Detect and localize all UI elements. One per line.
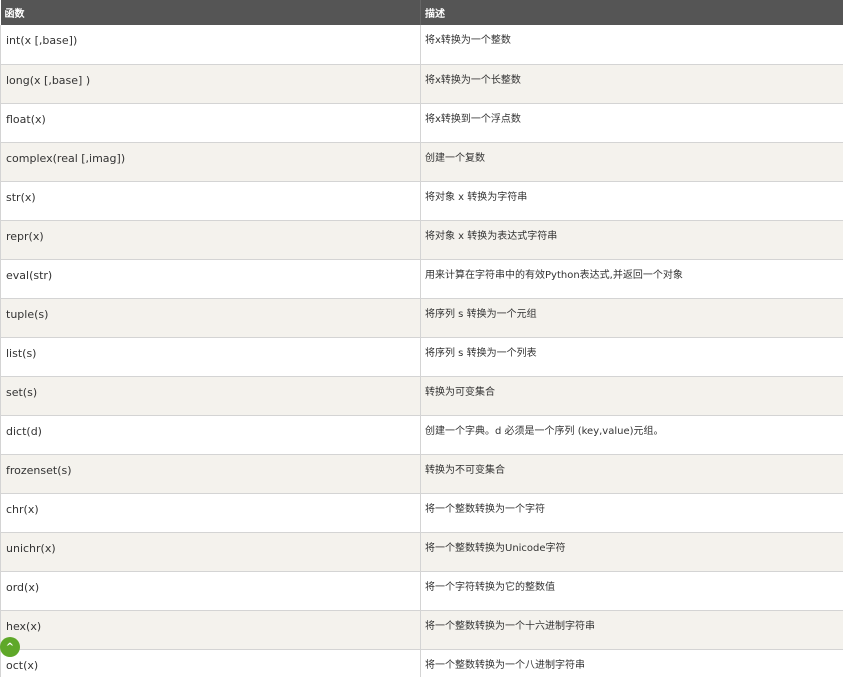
function-description: 将x转换为一个整数 <box>425 35 511 47</box>
function-cell: list(s) <box>0 337 421 377</box>
function-description: 将x转换为一个长整数 <box>425 74 521 86</box>
description-cell: 将一个整数转换为一个八进制字符串 <box>420 649 843 677</box>
function-description: 创建一个字典。d 必须是一个序列 (key,value)元组。 <box>425 425 664 437</box>
function-cell: eval(str) <box>0 259 421 299</box>
function-name: float(x) <box>6 112 46 126</box>
function-description: 将对象 x 转换为表达式字符串 <box>425 230 558 242</box>
function-cell: chr(x) <box>0 493 421 533</box>
description-cell: 将一个整数转换为一个十六进制字符串 <box>420 610 843 650</box>
function-cell: str(x) <box>0 181 421 221</box>
table-row: set(s) 转换为可变集合 <box>0 376 843 416</box>
function-cell: tuple(s) <box>0 298 421 338</box>
function-name: int(x [,base]) <box>6 34 78 48</box>
description-cell: 转换为可变集合 <box>420 376 843 416</box>
description-cell: 创建一个字典。d 必须是一个序列 (key,value)元组。 <box>420 415 843 455</box>
table-row: int(x [,base]) 将x转换为一个整数 <box>0 25 843 65</box>
function-description: 转换为可变集合 <box>425 386 495 398</box>
description-cell: 将序列 s 转换为一个列表 <box>420 337 843 377</box>
function-description: 将一个整数转换为一个八进制字符串 <box>425 659 585 671</box>
function-description: 创建一个复数 <box>425 152 485 164</box>
function-description: 将一个字符转换为它的整数值 <box>425 581 555 593</box>
table-row: tuple(s) 将序列 s 转换为一个元组 <box>0 298 843 338</box>
function-name: oct(x) <box>6 658 39 672</box>
function-cell: hex(x) <box>0 610 421 650</box>
function-name: tuple(s) <box>6 307 49 321</box>
description-cell: 将一个整数转换为一个字符 <box>420 493 843 533</box>
table-row: chr(x) 将一个整数转换为一个字符 <box>0 493 843 533</box>
table-row: list(s) 将序列 s 转换为一个列表 <box>0 337 843 377</box>
function-description: 将序列 s 转换为一个元组 <box>425 308 537 320</box>
function-name: ord(x) <box>6 580 40 594</box>
header-description: 描述 <box>420 0 843 25</box>
table-row: complex(real [,imag]) 创建一个复数 <box>0 142 843 182</box>
table-row: hex(x) 将一个整数转换为一个十六进制字符串 <box>0 610 843 650</box>
description-cell: 将x转换为一个整数 <box>420 25 843 65</box>
table-row: unichr(x) 将一个整数转换为Unicode字符 <box>0 532 843 572</box>
table-row: oct(x) 将一个整数转换为一个八进制字符串 <box>0 649 843 677</box>
function-cell: frozenset(s) <box>0 454 421 494</box>
function-name: chr(x) <box>6 502 39 516</box>
conversion-functions-table: 函数 描述 int(x [,base]) 将x转换为一个整数 long(x [,ba… <box>0 0 843 677</box>
header-function: 函数 <box>0 0 421 25</box>
function-name: repr(x) <box>6 229 44 243</box>
table-row: dict(d) 创建一个字典。d 必须是一个序列 (key,value)元组。 <box>0 415 843 455</box>
function-cell: set(s) <box>0 376 421 416</box>
function-name: long(x [,base] ) <box>6 73 91 87</box>
table-header-row: 函数 描述 <box>0 0 843 25</box>
function-description: 将x转换到一个浮点数 <box>425 113 521 125</box>
function-cell: repr(x) <box>0 220 421 260</box>
description-cell: 创建一个复数 <box>420 142 843 182</box>
function-name: eval(str) <box>6 268 53 282</box>
description-cell: 用来计算在字符串中的有效Python表达式,并返回一个对象 <box>420 259 843 299</box>
description-cell: 将一个整数转换为Unicode字符 <box>420 532 843 572</box>
function-cell: long(x [,base] ) <box>0 64 421 104</box>
description-cell: 将一个字符转换为它的整数值 <box>420 571 843 611</box>
function-description: 将一个整数转换为一个字符 <box>425 503 545 515</box>
description-cell: 将x转换为一个长整数 <box>420 64 843 104</box>
function-description: 转换为不可变集合 <box>425 464 505 476</box>
function-name: frozenset(s) <box>6 463 72 477</box>
function-description: 用来计算在字符串中的有效Python表达式,并返回一个对象 <box>425 269 683 281</box>
function-name: str(x) <box>6 190 36 204</box>
description-cell: 转换为不可变集合 <box>420 454 843 494</box>
table-row: float(x) 将x转换到一个浮点数 <box>0 103 843 143</box>
description-cell: 将对象 x 转换为表达式字符串 <box>420 220 843 260</box>
description-cell: 将序列 s 转换为一个元组 <box>420 298 843 338</box>
function-name: dict(d) <box>6 424 42 438</box>
function-description: 将一个整数转换为Unicode字符 <box>425 542 566 554</box>
function-description: 将序列 s 转换为一个列表 <box>425 347 537 359</box>
description-cell: 将对象 x 转换为字符串 <box>420 181 843 221</box>
function-cell: dict(d) <box>0 415 421 455</box>
table-row: long(x [,base] ) 将x转换为一个长整数 <box>0 64 843 104</box>
chevron-up-icon: ^ <box>5 642 15 653</box>
table-row: str(x) 将对象 x 转换为字符串 <box>0 181 843 221</box>
function-cell: float(x) <box>0 103 421 143</box>
function-description: 将对象 x 转换为字符串 <box>425 191 528 203</box>
function-name: hex(x) <box>6 619 42 633</box>
function-name: complex(real [,imag]) <box>6 151 126 165</box>
function-cell: ord(x) <box>0 571 421 611</box>
function-description: 将一个整数转换为一个十六进制字符串 <box>425 620 595 632</box>
table-row: eval(str) 用来计算在字符串中的有效Python表达式,并返回一个对象 <box>0 259 843 299</box>
page: 函数 描述 int(x [,base]) 将x转换为一个整数 long(x [,ba… <box>0 0 843 677</box>
table-row: repr(x) 将对象 x 转换为表达式字符串 <box>0 220 843 260</box>
function-name: unichr(x) <box>6 541 56 555</box>
function-name: set(s) <box>6 385 38 399</box>
back-to-top-button[interactable]: ^ <box>0 637 20 657</box>
table-row: frozenset(s) 转换为不可变集合 <box>0 454 843 494</box>
function-cell: oct(x) <box>0 649 421 677</box>
function-name: list(s) <box>6 346 37 360</box>
function-cell: complex(real [,imag]) <box>0 142 421 182</box>
table-row: ord(x) 将一个字符转换为它的整数值 <box>0 571 843 611</box>
function-cell: unichr(x) <box>0 532 421 572</box>
function-cell: int(x [,base]) <box>0 25 421 65</box>
description-cell: 将x转换到一个浮点数 <box>420 103 843 143</box>
